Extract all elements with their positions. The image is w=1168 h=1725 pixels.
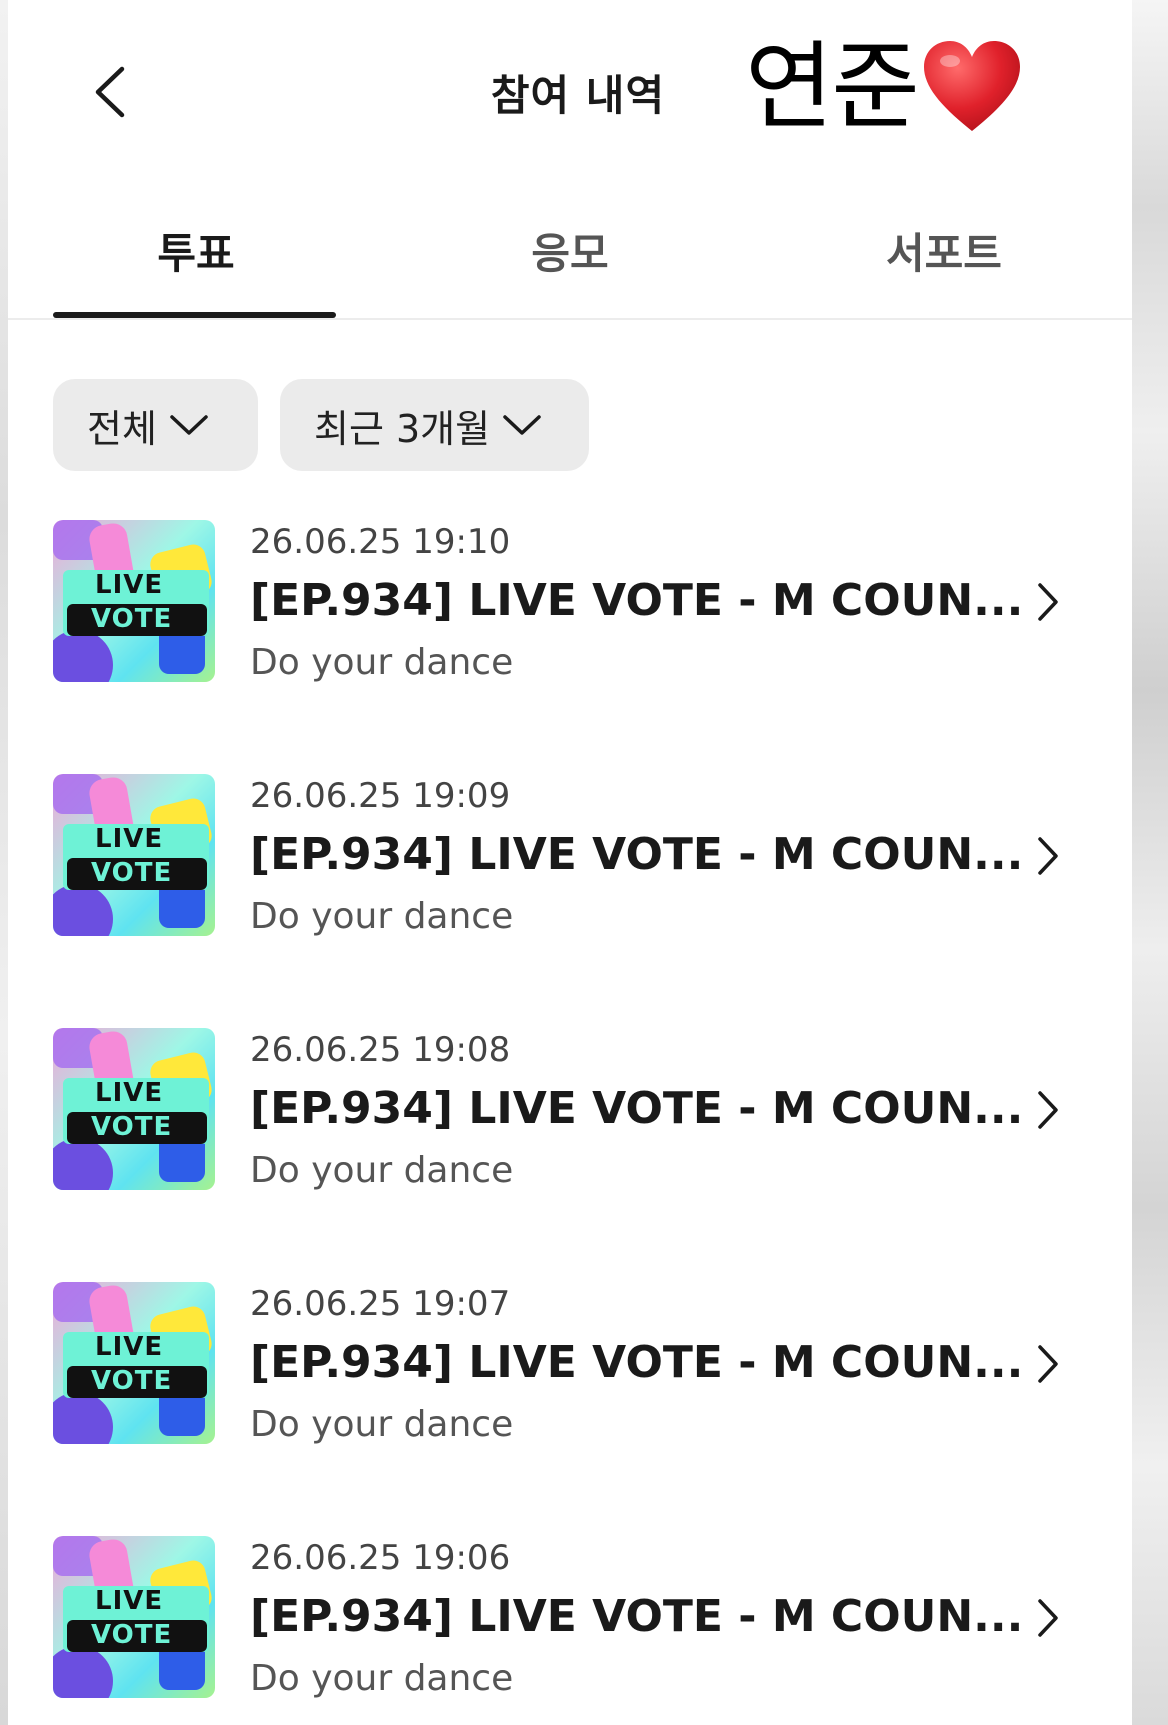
item-date: 26.06.25 19:08 [250,1030,511,1070]
background-left-edge [0,0,8,1725]
chevron-right-icon [1028,836,1068,876]
red-heart-icon [923,41,1020,131]
item-title: [EP.934] LIVE VOTE - M COUN... [250,575,1024,626]
back-button[interactable] [80,62,140,122]
item-title: [EP.934] LIVE VOTE - M COUN... [250,1083,1024,1134]
thumbnail-text-top: LIVE [95,824,164,854]
chevron-right-icon [1028,582,1068,622]
active-tab-indicator [53,312,336,318]
header: 참여 내역 연준 [8,0,1132,190]
list-item[interactable]: LIVE VOTE 26.06.25 19:09 [EP.934] LIVE V… [8,774,1132,944]
item-subtitle: Do your dance [250,642,514,683]
background-right-edge [1132,0,1168,1725]
item-subtitle: Do your dance [250,1150,514,1191]
live-vote-thumbnail: LIVE VOTE [53,1282,215,1444]
item-date: 26.06.25 19:06 [250,1538,511,1578]
tab-bar: 투표 응모 서포트 [8,190,1132,320]
live-vote-thumbnail: LIVE VOTE [53,774,215,936]
thumbnail-text-top: LIVE [95,1586,164,1616]
tab-entry[interactable]: 응모 [382,220,758,281]
live-vote-thumbnail: LIVE VOTE [53,1028,215,1190]
thumbnail-text-bottom: VOTE [91,1620,173,1650]
chevron-right-icon [1028,1090,1068,1130]
chevron-right-icon [1028,1344,1068,1384]
item-date: 26.06.25 19:10 [250,522,511,562]
thumbnail-text-bottom: VOTE [91,1366,173,1396]
item-title: [EP.934] LIVE VOTE - M COUN... [250,1591,1024,1642]
filter-category-label: 전체 [87,406,157,451]
list-item[interactable]: LIVE VOTE 26.06.25 19:10 [EP.934] LIVE V… [8,520,1132,690]
thumbnail-text-bottom: VOTE [91,1112,173,1142]
thumbnail-text-bottom: VOTE [91,604,173,634]
item-date: 26.06.25 19:07 [250,1284,511,1324]
item-subtitle: Do your dance [250,896,514,937]
live-vote-thumbnail: LIVE VOTE [53,1536,215,1698]
item-title: [EP.934] LIVE VOTE - M COUN... [250,829,1024,880]
live-vote-thumbnail: LIVE VOTE [53,520,215,682]
thumbnail-text-top: LIVE [95,570,164,600]
tab-vote[interactable]: 투표 [8,220,384,281]
thumbnail-text-top: LIVE [95,1078,164,1108]
name-sticker: 연준 [745,32,1022,142]
chevron-down-icon [169,413,209,437]
item-subtitle: Do your dance [250,1658,514,1699]
list-item[interactable]: LIVE VOTE 26.06.25 19:08 [EP.934] LIVE V… [8,1028,1132,1198]
chevron-left-icon [95,66,125,118]
list-item[interactable]: LIVE VOTE 26.06.25 19:06 [EP.934] LIVE V… [8,1536,1132,1706]
item-title: [EP.934] LIVE VOTE - M COUN... [250,1337,1024,1388]
filter-category-dropdown[interactable]: 전체 [53,379,258,471]
filter-period-dropdown[interactable]: 최근 3개월 [280,379,589,471]
item-subtitle: Do your dance [250,1404,514,1445]
list-item[interactable]: LIVE VOTE 26.06.25 19:07 [EP.934] LIVE V… [8,1282,1132,1452]
page-title: 참여 내역 [490,71,666,120]
chevron-right-icon [1028,1598,1068,1638]
filter-period-label: 최근 3개월 [314,406,491,451]
tab-support[interactable]: 서포트 [756,220,1132,281]
chevron-down-icon [502,413,542,437]
sticker-text: 연준 [745,31,920,143]
thumbnail-text-bottom: VOTE [91,858,173,888]
thumbnail-text-top: LIVE [95,1332,164,1362]
item-date: 26.06.25 19:09 [250,776,511,816]
participation-history-screen: 참여 내역 연준 투표 응모 서포트 전체 최근 3개월 LIVE VOTE 2… [8,0,1132,1725]
